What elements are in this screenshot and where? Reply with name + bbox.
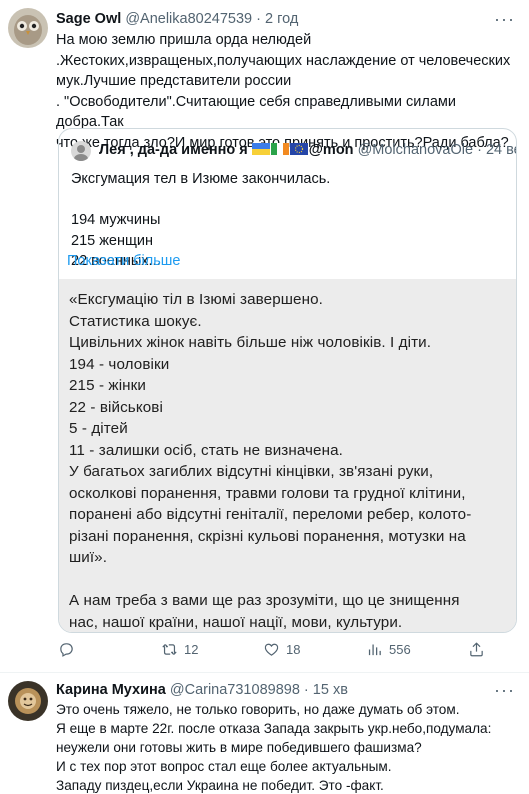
retweet-icon xyxy=(162,644,177,655)
author-handle[interactable]: @Carina731089898 xyxy=(170,682,300,698)
avatar[interactable] xyxy=(8,8,48,48)
retweet-button[interactable]: 12 xyxy=(161,641,198,658)
like-button[interactable]: 18 xyxy=(263,641,300,658)
author-name-suffix: @mon xyxy=(308,142,354,158)
tweet-actions: 12 18 556 xyxy=(58,641,517,663)
tweet-header: Карина Мухина @Carina731089898 · 15 хв xyxy=(56,680,348,700)
retweet-count: 12 xyxy=(184,642,199,657)
views-count: 556 xyxy=(389,642,411,657)
avatar[interactable] xyxy=(8,681,48,721)
separator-dot: · xyxy=(256,11,261,27)
timestamp[interactable]: 2 год xyxy=(265,11,298,27)
tweet-text: Это очень тяжело, не только говорить, но… xyxy=(56,702,492,793)
separator-dot: · xyxy=(477,142,482,158)
author-name[interactable]: Карина Мухина xyxy=(56,682,166,698)
like-count: 18 xyxy=(286,642,301,657)
views-icon xyxy=(368,644,381,656)
timestamp[interactable]: 24 вер. xyxy=(486,142,516,158)
reply-icon xyxy=(60,643,73,657)
quote-header: Лея , да-да именно я @mon @MolchanovaOle… xyxy=(99,140,516,160)
profile-photo-icon xyxy=(8,681,48,721)
author-name[interactable]: Лея , да-да именно я xyxy=(99,142,248,158)
more-dots-icon[interactable]: ··· xyxy=(494,10,515,28)
like-icon xyxy=(264,643,279,656)
views-button[interactable]: 556 xyxy=(366,641,411,658)
share-button[interactable] xyxy=(468,641,485,658)
avatar[interactable] xyxy=(71,141,91,161)
timestamp[interactable]: 15 хв xyxy=(313,682,348,698)
author-handle[interactable]: @Anelika80247539 xyxy=(125,11,252,27)
profile-photo-icon xyxy=(71,141,91,161)
ireland-flag-icon xyxy=(270,143,289,155)
show-more-link[interactable]: Показати більше xyxy=(67,253,180,269)
tweet-header: Sage Owl @Anelika80247539 · 2 год xyxy=(56,9,298,29)
tweet[interactable]: Карина Мухина @Carina731089898 · 15 хв ·… xyxy=(0,673,529,794)
author-handle[interactable]: @MolchanovaOle xyxy=(358,142,473,158)
image-text: «Ексгумацію тіл в Ізюмі завершено. Стати… xyxy=(69,291,472,631)
quoted-tweet[interactable]: Лея , да-да именно я @mon @MolchanovaOle… xyxy=(58,128,517,633)
reply-button[interactable] xyxy=(58,641,81,658)
share-icon xyxy=(470,642,483,657)
eu-flag-icon xyxy=(289,143,308,155)
owl-avatar-icon xyxy=(8,8,48,48)
separator-dot: · xyxy=(303,682,309,698)
author-name[interactable]: Sage Owl xyxy=(56,11,121,27)
more-dots-icon[interactable]: ··· xyxy=(494,681,515,699)
ukraine-flag-icon xyxy=(251,143,270,155)
quote-image[interactable]: «Ексгумацію тіл в Ізюмі завершено. Стати… xyxy=(59,279,516,632)
